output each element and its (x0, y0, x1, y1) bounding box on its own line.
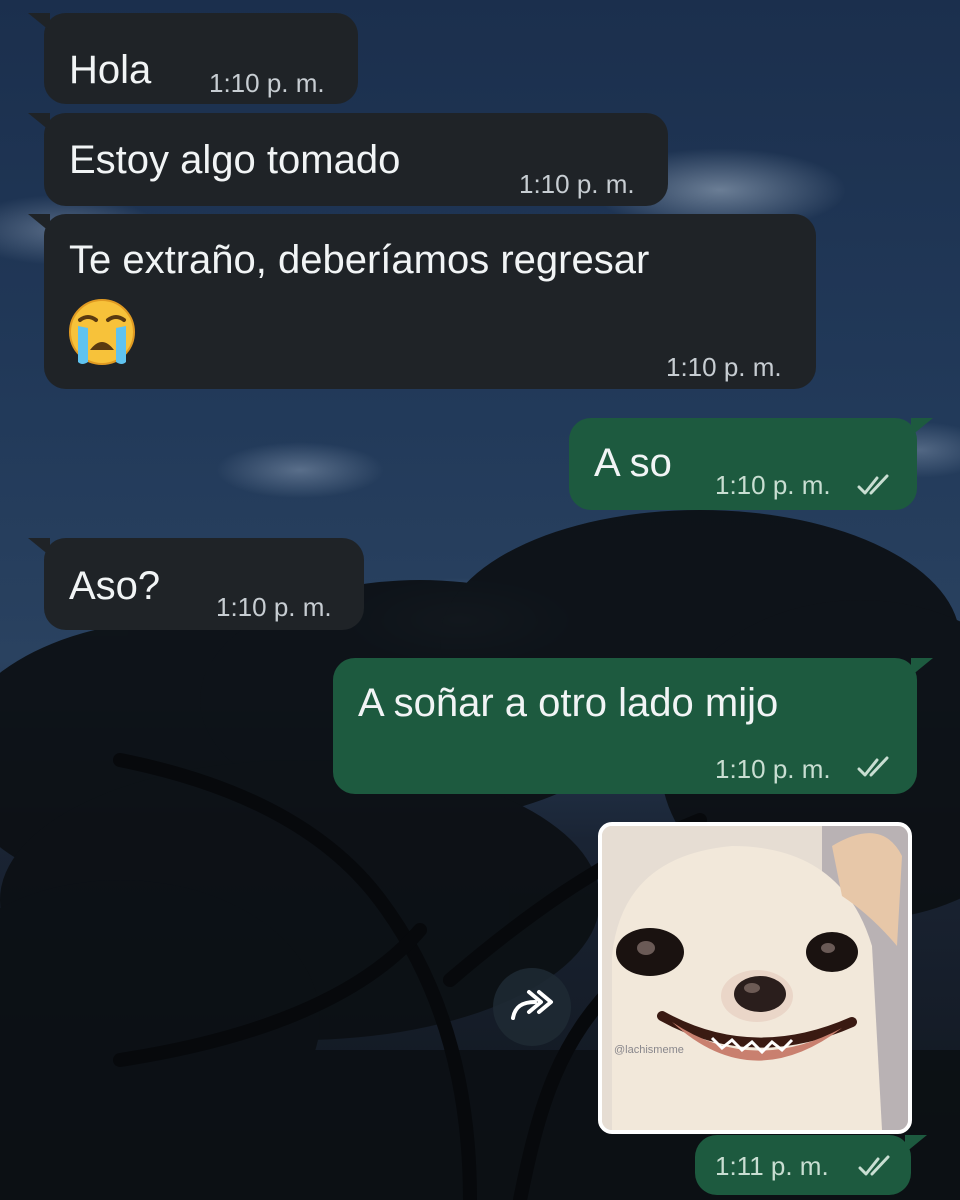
forward-button[interactable] (493, 968, 571, 1046)
message-bubble-incoming[interactable]: Estoy algo tomado 1:10 p. m. (28, 113, 668, 206)
forward-icon (511, 990, 553, 1020)
message-text: Aso? (69, 564, 161, 608)
message-timestamp: 1:10 p. m. (715, 470, 831, 500)
message-text: Hola (69, 48, 152, 92)
sticker-image[interactable]: @lachismeme (598, 822, 912, 1134)
double-check-icon (858, 1155, 890, 1176)
message-bubble-outgoing[interactable]: A so 1:10 p. m. (569, 418, 933, 510)
message-timestamp-bubble[interactable]: 1:11 p. m. (695, 1135, 927, 1195)
double-check-icon (857, 756, 889, 777)
message-text: Estoy algo tomado (69, 138, 401, 182)
message-timestamp: 1:10 p. m. (715, 754, 831, 784)
double-check-icon (857, 474, 889, 495)
message-timestamp: 1:10 p. m. (209, 68, 325, 98)
message-text: A so (594, 441, 672, 485)
message-text: Te extraño, deberíamos regresar (69, 238, 650, 282)
message-timestamp: 1:10 p. m. (666, 352, 782, 382)
message-bubble-outgoing[interactable]: A soñar a otro lado mijo 1:10 p. m. (333, 658, 933, 794)
message-bubble-incoming[interactable]: Te extraño, deberíamos regresar 1:10 p. … (28, 214, 816, 389)
message-bubble-incoming[interactable]: Aso? 1:10 p. m. (28, 538, 364, 630)
sticker-watermark: @lachismeme (614, 1044, 684, 1056)
message-timestamp: 1:10 p. m. (216, 592, 332, 622)
message-bubble-incoming[interactable]: Hola 1:10 p. m. (28, 13, 358, 104)
chihuahua-sticker-illustration (602, 826, 908, 1130)
message-text: A soñar a otro lado mijo (358, 681, 779, 725)
crying-face-icon (69, 299, 135, 365)
message-timestamp: 1:10 p. m. (519, 169, 635, 199)
message-timestamp: 1:11 p. m. (715, 1151, 829, 1181)
